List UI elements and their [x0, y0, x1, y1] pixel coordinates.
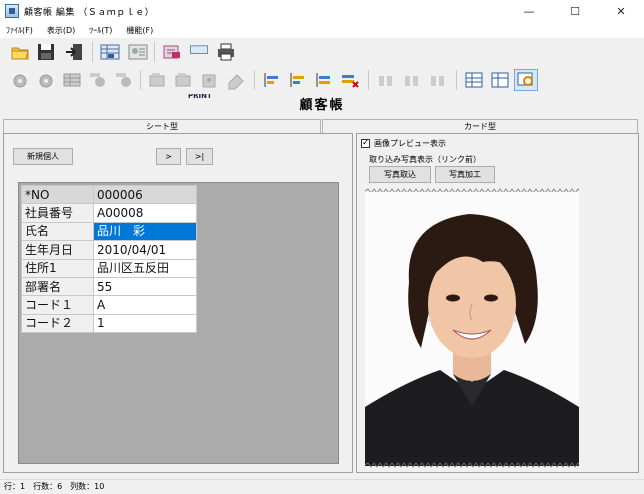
sort-desc-icon[interactable] — [86, 69, 110, 91]
photo-edge-bottom — [365, 462, 579, 468]
next-record-button[interactable]: > — [156, 148, 181, 165]
open-folder-icon[interactable] — [8, 41, 32, 63]
import-photo-button[interactable]: 写真取込 — [369, 166, 431, 183]
close-button[interactable]: ✕ — [598, 0, 644, 22]
field-value[interactable]: A — [93, 295, 197, 315]
view-card-icon[interactable] — [126, 41, 150, 63]
sheet-panel: 新規個人 > >| *NO 000006 社員番号 A00008 氏名 品川 彩… — [3, 133, 353, 473]
field-value[interactable]: A00008 — [93, 203, 197, 223]
eraser-icon[interactable] — [224, 69, 248, 91]
edit-photo-button[interactable]: 写真加工 — [435, 166, 495, 183]
toolbar-edit — [0, 66, 644, 94]
tab-card[interactable]: カード型 — [322, 119, 638, 133]
field-value[interactable]: 品川区五反田 — [93, 258, 197, 278]
table-row[interactable]: コード２ 1 — [21, 313, 197, 334]
new-record-button[interactable]: 新規個人 — [13, 148, 73, 165]
field-label: 部署名 — [21, 276, 94, 297]
field-label: 氏名 — [21, 221, 94, 242]
grid-select-icon[interactable] — [462, 69, 486, 91]
text-edit-icon[interactable] — [146, 69, 170, 91]
preview-toggle[interactable]: 画像プレビュー表示 — [361, 137, 446, 149]
grid-edit-icon[interactable] — [488, 69, 512, 91]
menu-bar: ﾌｧｲﾙ(F) 表示(D) ﾂｰﾙ(T) 機能(F) — [0, 22, 644, 38]
field-label: コード１ — [21, 295, 94, 315]
field-label: 社員番号 — [21, 203, 94, 223]
exit-icon[interactable] — [62, 41, 86, 63]
window-title: 顧客帳 編集 （Ｓａｍｐｌｅ） — [24, 7, 155, 18]
page-title: 顧客帳 — [299, 98, 345, 113]
minimize-button[interactable]: — — [506, 0, 552, 22]
col-left-icon[interactable] — [374, 69, 398, 91]
field-value[interactable]: 55 — [93, 276, 197, 297]
table-row[interactable]: *NO 000006 — [21, 184, 197, 205]
record-grid: *NO 000006 社員番号 A00008 氏名 品川 彩 生年月日 2010… — [18, 182, 339, 464]
align-left-icon[interactable] — [260, 69, 284, 91]
tab-sheet[interactable]: シート型 — [3, 119, 321, 133]
field-label: コード２ — [21, 313, 94, 334]
print-preview-icon[interactable] — [186, 41, 212, 63]
maximize-button[interactable]: ☐ — [552, 0, 598, 22]
save-icon[interactable] — [34, 41, 58, 63]
text-insert-icon[interactable] — [198, 69, 222, 91]
table-row[interactable]: 社員番号 A00008 — [21, 203, 197, 223]
table-row[interactable]: 部署名 55 — [21, 276, 197, 297]
menu-view[interactable]: 表示(D) — [47, 25, 75, 36]
card-panel: 画像プレビュー表示 取り込み写真表示（リンク前） 写真取込 写真加工 — [356, 133, 639, 473]
field-value[interactable]: 2010/04/01 — [93, 240, 197, 260]
table-row[interactable]: 氏名 品川 彩 — [21, 221, 197, 242]
field-value[interactable]: 1 — [93, 313, 197, 334]
table-row[interactable]: コード１ A — [21, 295, 197, 315]
search-record-icon[interactable] — [514, 69, 538, 91]
col-center-icon[interactable] — [400, 69, 424, 91]
menu-functions[interactable]: 機能(F) — [126, 25, 153, 36]
settings-icon[interactable] — [8, 69, 32, 91]
table-row[interactable]: 生年月日 2010/04/01 — [21, 240, 197, 260]
sort-asc-icon[interactable] — [112, 69, 136, 91]
align-center-icon[interactable] — [286, 69, 310, 91]
align-right-icon[interactable] — [312, 69, 336, 91]
sort-icon[interactable] — [160, 41, 184, 63]
table-row[interactable]: 住所1 品川区五反田 — [21, 258, 197, 278]
window-controls: — ☐ ✕ — [506, 0, 644, 22]
table-icon[interactable] — [60, 69, 84, 91]
view-sheet-icon[interactable] — [98, 41, 122, 63]
profile-photo — [365, 192, 579, 466]
printer-icon[interactable] — [214, 41, 238, 63]
preview-label: 画像プレビュー表示 — [374, 139, 446, 148]
menu-file[interactable]: ﾌｧｲﾙ(F) — [6, 25, 33, 36]
menu-tools[interactable]: ﾂｰﾙ(T) — [89, 25, 112, 36]
last-record-button[interactable]: >| — [186, 148, 213, 165]
field-label: *NO — [21, 184, 94, 205]
record-table: *NO 000006 社員番号 A00008 氏名 品川 彩 生年月日 2010… — [21, 184, 197, 334]
col-right-icon[interactable] — [426, 69, 450, 91]
delete-row-icon[interactable] — [338, 69, 362, 91]
text-format-icon[interactable] — [172, 69, 196, 91]
toolbar-main: PRINT — [0, 38, 644, 100]
field-value-selected[interactable]: 品川 彩 — [93, 221, 197, 242]
field-value[interactable]: 000006 — [93, 184, 197, 205]
settings2-icon[interactable] — [34, 69, 58, 91]
field-label: 住所1 — [21, 258, 94, 278]
app-icon — [5, 4, 19, 18]
field-label: 生年月日 — [21, 240, 94, 260]
status-bar: 行：1 行数：6 列数：10 — [0, 479, 644, 494]
title-bar: 顧客帳 編集 （Ｓａｍｐｌｅ） — ☐ ✕ — [0, 0, 644, 22]
link-photo-label: 取り込み写真表示（リンク前） — [369, 155, 481, 164]
preview-checkbox[interactable] — [361, 137, 370, 149]
